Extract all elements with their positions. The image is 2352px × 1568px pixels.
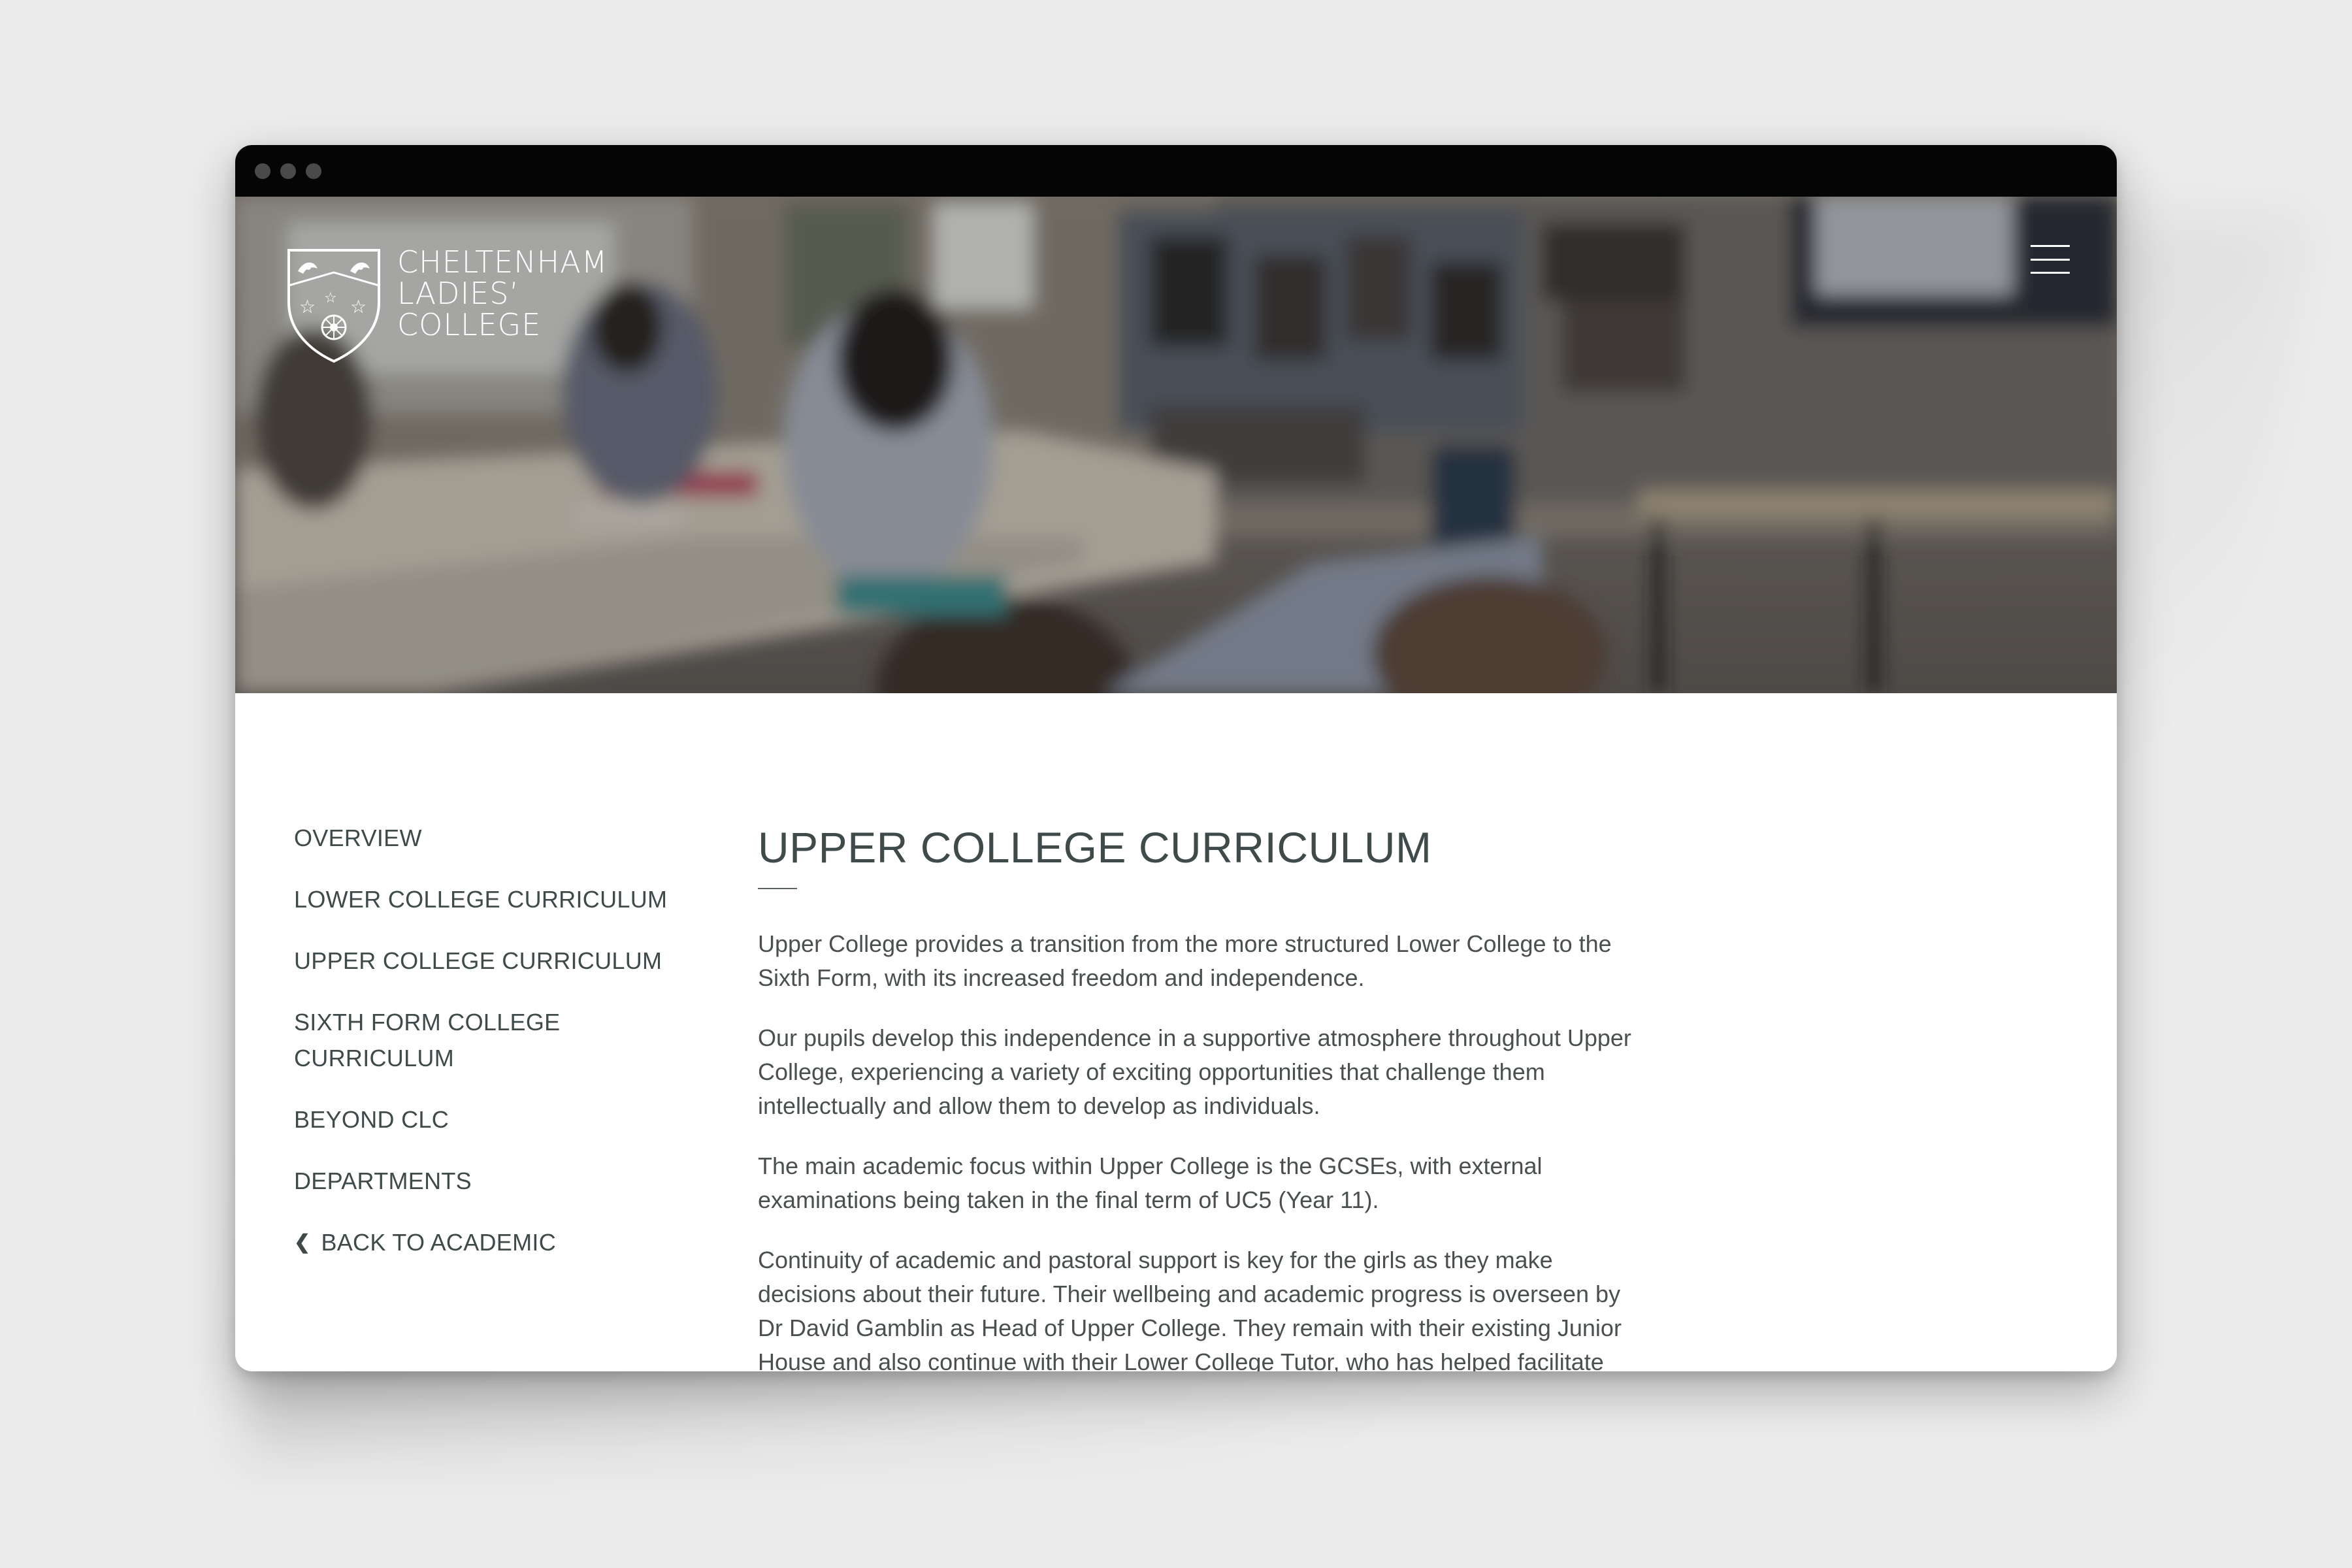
back-to-academic-link[interactable]: ❮ BACK TO ACADEMIC [294,1224,686,1260]
back-link-label: BACK TO ACADEMIC [321,1229,556,1256]
menu-bar [2031,245,2070,247]
minimize-dot[interactable] [280,163,296,179]
page-title: UPPER COLLEGE CURRICULUM [758,823,1432,872]
main-article: UPPER COLLEGE CURRICULUM Upper College p… [758,821,1633,1371]
logo-line: LADIES’ [397,276,520,311]
sidebar-item-sixth-form-college-curriculum[interactable]: SIXTH FORM COLLEGE CURRICULUM [294,1004,581,1076]
crest-icon: ☆ ☆ ☆ [287,249,380,363]
menu-bar [2031,272,2070,274]
close-dot[interactable] [255,163,270,179]
paragraph: Upper College provides a transition from… [758,930,1612,991]
hero-image: ☆ ☆ ☆ CHELTENHAM LADIES’ COLLEGE [235,197,2117,693]
title-underline [758,888,797,889]
logo-line: COLLEGE [397,307,542,342]
paragraph: Continuity of academic and pastoral supp… [758,1247,1622,1371]
page-content: OVERVIEW LOWER COLLEGE CURRICULUM UPPER … [235,693,2117,1371]
sidebar-item-departments[interactable]: DEPARTMENTS [294,1163,686,1199]
paragraph: Our pupils develop this independence in … [758,1024,1631,1119]
logo-wordmark: CHELTENHAM LADIES’ COLLEGE [397,246,608,340]
logo-line: CHELTENHAM [397,244,608,280]
svg-text:☆: ☆ [350,296,367,318]
window-titlebar [235,145,2117,197]
svg-text:☆: ☆ [299,296,316,318]
sidebar-item-lower-college-curriculum[interactable]: LOWER COLLEGE CURRICULUM [294,881,686,917]
maximize-dot[interactable] [306,163,321,179]
svg-text:☆: ☆ [324,290,337,306]
browser-window: ☆ ☆ ☆ CHELTENHAM LADIES’ COLLEGE OVERVIE… [235,145,2117,1371]
chevron-left-icon: ❮ [294,1232,311,1253]
menu-bar [2031,258,2070,261]
sidebar-nav: OVERVIEW LOWER COLLEGE CURRICULUM UPPER … [294,820,686,1286]
college-logo[interactable]: ☆ ☆ ☆ CHELTENHAM LADIES’ COLLEGE [285,246,608,365]
sidebar-item-beyond-clc[interactable]: BEYOND CLC [294,1102,686,1137]
hamburger-menu-icon[interactable] [2031,242,2070,276]
sidebar-item-overview[interactable]: OVERVIEW [294,820,686,856]
paragraph: The main academic focus within Upper Col… [758,1152,1543,1213]
sidebar-item-upper-college-curriculum[interactable]: UPPER COLLEGE CURRICULUM [294,943,686,979]
